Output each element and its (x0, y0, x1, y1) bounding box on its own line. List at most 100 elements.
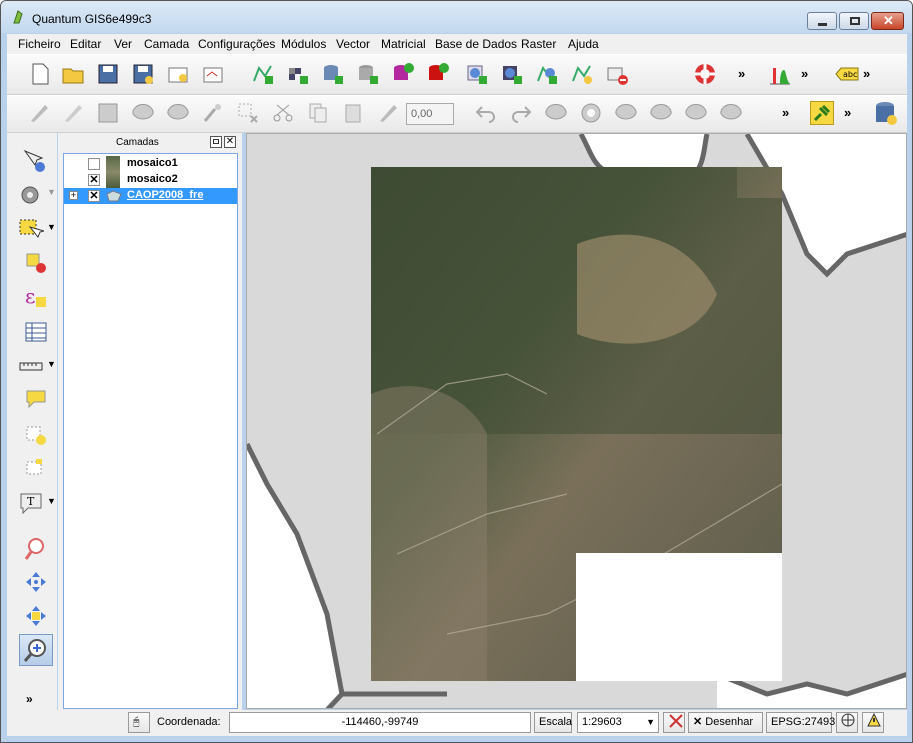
save-layer-edits-icon[interactable] (96, 101, 120, 125)
measure-line-icon[interactable] (18, 354, 44, 378)
help-lifebuoy-icon[interactable] (693, 62, 717, 86)
remove-layer-icon[interactable] (605, 62, 629, 86)
add-wms-layer-icon[interactable] (465, 62, 489, 86)
maximize-button[interactable] (839, 12, 869, 30)
menu-editar[interactable]: Editar (70, 37, 101, 51)
map-canvas[interactable] (246, 133, 907, 709)
save-as-icon[interactable] (131, 62, 155, 86)
add-feature-icon[interactable] (131, 101, 155, 125)
expand-icon[interactable]: + (69, 191, 78, 200)
add-wfs-layer-icon[interactable] (535, 62, 559, 86)
add-vector-layer-icon[interactable] (251, 62, 275, 86)
composer-manager-icon[interactable] (201, 62, 225, 86)
select-features-icon[interactable] (18, 217, 44, 241)
menu-camada[interactable]: Camada (144, 37, 189, 51)
rotation-value-spinbox[interactable]: 0,00 (406, 103, 454, 125)
scale-label-text: Escala (539, 716, 573, 728)
close-button[interactable]: ✕ (871, 12, 904, 30)
cut-features-icon[interactable] (271, 101, 295, 125)
chevron-down-icon[interactable]: ▼ (47, 187, 56, 197)
zoom-in-button[interactable] (19, 634, 53, 666)
simplify-feature-icon[interactable] (544, 101, 568, 125)
menu-modulos[interactable]: Módulos (281, 37, 326, 51)
pan-map-icon[interactable] (24, 570, 48, 594)
add-ring-icon[interactable] (579, 101, 603, 125)
copy-features-icon[interactable] (306, 101, 330, 125)
menu-ver[interactable]: Ver (114, 37, 132, 51)
label-abc-icon[interactable]: abc (834, 62, 860, 86)
layer-row[interactable]: ✕ mosaico2 (64, 172, 237, 188)
new-project-icon[interactable] (28, 62, 52, 86)
layer-visibility-checkbox[interactable] (88, 158, 100, 170)
move-feature-icon[interactable] (166, 101, 190, 125)
add-part-icon[interactable] (614, 101, 638, 125)
node-tool-icon[interactable] (201, 101, 225, 125)
float-panel-button[interactable] (210, 136, 222, 148)
add-spatialite-layer-icon[interactable] (356, 62, 380, 86)
delete-ring-icon[interactable] (684, 101, 708, 125)
new-shapefile-layer-icon[interactable] (570, 62, 594, 86)
layer-row-selected[interactable]: + ✕ CAOP2008_fre (64, 188, 237, 204)
add-raster-layer-icon[interactable] (286, 62, 310, 86)
menu-ajuda[interactable]: Ajuda (568, 37, 599, 51)
run-action-icon[interactable] (18, 183, 42, 207)
layer-row[interactable]: mosaico1 (64, 156, 237, 188)
menu-base-de-dados[interactable]: Base de Dados (435, 37, 517, 51)
crs-button[interactable]: EPSG:27493 (766, 712, 835, 733)
new-print-composer-icon[interactable] (166, 62, 190, 86)
minimize-button[interactable] (807, 12, 837, 30)
new-bookmark-icon[interactable] (24, 422, 48, 448)
attribute-table-icon[interactable] (24, 320, 48, 344)
add-oracle-layer-icon[interactable] (426, 62, 450, 86)
paste-features-icon[interactable] (341, 101, 365, 125)
add-postgis-layer-icon[interactable] (321, 62, 345, 86)
stop-rendering-button[interactable] (663, 712, 685, 733)
menu-ficheiro[interactable]: Ficheiro (18, 37, 61, 51)
chevron-down-icon[interactable]: ▼ (47, 222, 56, 232)
menu-matricial[interactable]: Matricial (381, 37, 426, 51)
pan-to-selection-icon[interactable] (24, 604, 48, 628)
toolbar-overflow-icon[interactable]: » (844, 105, 851, 120)
chevron-down-icon[interactable]: ▼ (47, 359, 56, 369)
messages-button[interactable] (862, 712, 884, 733)
current-edits-icon[interactable] (27, 101, 51, 125)
toolbar-overflow-icon[interactable]: » (863, 66, 870, 81)
deselect-features-icon[interactable] (24, 251, 48, 275)
histogram-icon[interactable] (768, 62, 792, 86)
toggle-extents-button[interactable]: 🖰 (128, 712, 150, 733)
projection-button[interactable] (836, 712, 858, 733)
show-bookmarks-icon[interactable] (24, 456, 48, 480)
toolbar-overflow-icon[interactable]: » (738, 66, 745, 81)
rotate-point-symbols-icon[interactable] (376, 101, 400, 125)
map-tips-icon[interactable] (24, 387, 48, 411)
plugin-manager-button[interactable] (810, 101, 834, 125)
open-project-icon[interactable] (61, 62, 85, 86)
coordinate-field[interactable]: -114460,-99749 (229, 712, 531, 733)
render-toggle[interactable]: ✕ Desenhar (688, 712, 763, 733)
layer-visibility-checkbox[interactable]: ✕ (88, 174, 100, 186)
select-by-expression-icon[interactable]: ε (24, 285, 48, 311)
menu-raster[interactable]: Raster (521, 37, 556, 51)
db-manager-icon[interactable] (873, 100, 899, 128)
fill-ring-icon[interactable] (649, 101, 673, 125)
toggle-editing-icon[interactable] (61, 101, 85, 125)
zoom-last-icon[interactable] (24, 536, 48, 562)
redo-icon[interactable] (509, 101, 533, 125)
add-wcs-layer-icon[interactable] (500, 62, 524, 86)
expand-toolbar-icon[interactable]: » (26, 692, 33, 706)
identify-features-icon[interactable] (22, 148, 48, 174)
toolbar-overflow-icon[interactable]: » (782, 105, 789, 120)
undo-icon[interactable] (474, 101, 498, 125)
menu-configuracoes[interactable]: Configurações (198, 37, 275, 51)
text-annotation-icon[interactable]: T (18, 490, 44, 516)
add-mssql-layer-icon[interactable] (391, 62, 415, 86)
close-panel-button[interactable]: ✕ (224, 136, 236, 148)
layer-visibility-checkbox[interactable]: ✕ (88, 190, 100, 202)
delete-part-icon[interactable] (719, 101, 743, 125)
menu-vector[interactable]: Vector (336, 37, 370, 51)
delete-selected-icon[interactable] (236, 101, 260, 125)
save-project-icon[interactable] (96, 62, 120, 86)
toolbar-overflow-icon[interactable]: » (801, 66, 808, 81)
scale-combobox[interactable]: 1:29603 ▼ (577, 712, 659, 733)
chevron-down-icon[interactable]: ▼ (47, 496, 56, 506)
